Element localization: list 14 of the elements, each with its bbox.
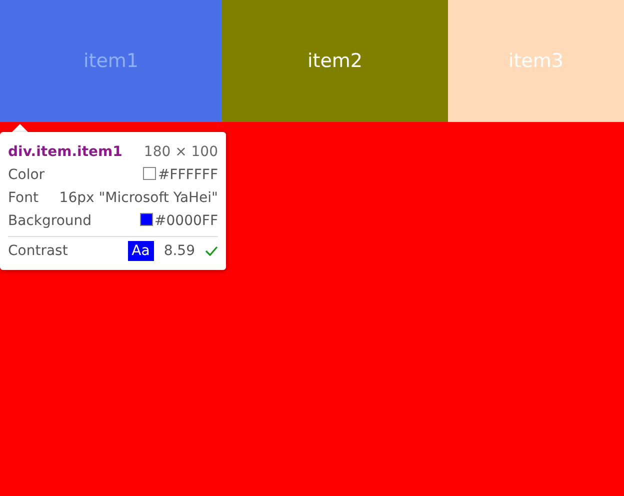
item-label: item3 (508, 50, 564, 72)
item-label: item2 (307, 50, 362, 72)
property-label: Color (8, 166, 45, 182)
contrast-sample: Aa (128, 240, 154, 260)
contrast-ratio: 8.59 (164, 242, 195, 258)
item-label: item1 (83, 50, 138, 72)
property-label: Background (8, 212, 92, 228)
contrast-label: Contrast (8, 242, 68, 258)
color-value: #FFFFFF (142, 166, 218, 182)
property-value: 16px "Microsoft YaHei" (59, 190, 218, 206)
element-size: 180 × 100 (144, 144, 218, 160)
element-selector: div.item.item1 (8, 144, 122, 160)
color-value: #0000FF (140, 212, 218, 228)
property-label: Font (8, 190, 38, 206)
